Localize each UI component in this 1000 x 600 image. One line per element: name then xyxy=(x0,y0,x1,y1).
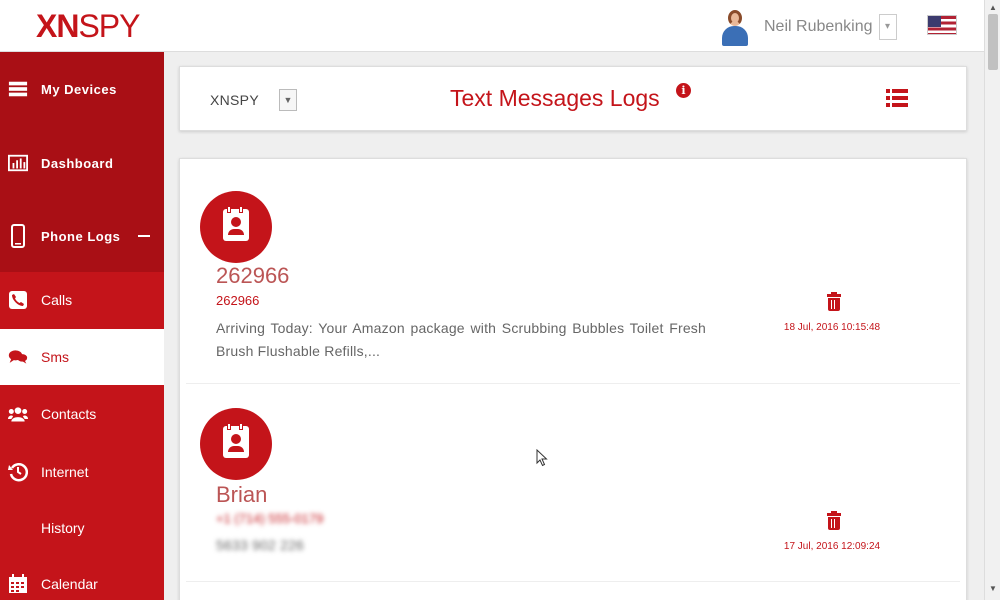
page-scrollbar[interactable]: ▲ ▼ xyxy=(984,0,1000,600)
contact-icon xyxy=(200,191,272,263)
message-text: 5633 902 226 xyxy=(216,537,305,553)
calendar-icon xyxy=(8,574,28,594)
info-icon[interactable]: i xyxy=(676,83,691,98)
sidebar: My Devices Dashboard Phone Logs Calls Sm… xyxy=(0,52,164,600)
chevron-down-icon[interactable]: ▼ xyxy=(278,89,297,111)
contact-number: 262966 xyxy=(216,293,260,308)
sidebar-item-phone-logs[interactable]: Phone Logs xyxy=(0,200,164,272)
contact-number: +1 (714) 555-0179 xyxy=(216,511,324,526)
sidebar-item-internet[interactable]: Internet xyxy=(0,444,164,500)
sidebar-item-my-devices[interactable]: My Devices xyxy=(0,52,164,126)
dashboard-icon xyxy=(8,153,28,173)
user-name: Neil Rubenking xyxy=(764,18,873,35)
message-text: Arriving Today: Your Amazon package with… xyxy=(216,320,706,359)
scroll-thumb[interactable] xyxy=(988,14,998,70)
collapse-minus-icon[interactable] xyxy=(138,235,151,237)
mouse-cursor-icon xyxy=(536,449,548,467)
us-flag-icon[interactable] xyxy=(927,15,957,35)
list-view-icon[interactable] xyxy=(886,89,908,107)
contact-name: 262966 xyxy=(216,263,290,288)
trash-icon[interactable] xyxy=(826,292,842,311)
sidebar-item-dashboard[interactable]: Dashboard xyxy=(0,126,164,200)
message-date: 17 Jul, 2016 12:09:24 xyxy=(783,541,881,552)
sidebar-item-contacts[interactable]: Contacts xyxy=(0,386,164,442)
chat-icon xyxy=(8,347,28,367)
call-icon xyxy=(8,290,28,310)
contact-icon xyxy=(200,408,272,480)
chevron-down-icon[interactable]: ▾ xyxy=(878,14,897,40)
user-menu[interactable]: Neil Rubenking ▾ xyxy=(720,8,897,46)
list-item[interactable]: Brian +1 (714) 555-0179 5633 902 226 17 … xyxy=(186,384,960,582)
device-name: XNSPY xyxy=(210,92,259,108)
scroll-up-arrow-icon[interactable]: ▲ xyxy=(989,3,997,12)
xnspy-logo[interactable]: XNSPY xyxy=(36,8,140,45)
sidebar-item-calls[interactable]: Calls xyxy=(0,272,164,328)
page-title: Text Messages Logs xyxy=(450,85,660,111)
phone-icon xyxy=(8,224,28,248)
contacts-icon xyxy=(8,404,28,424)
devices-icon xyxy=(8,79,28,99)
message-date: 18 Jul, 2016 10:15:48 xyxy=(783,322,881,333)
messages-list: 262966 262966 Arriving Today: Your Amazo… xyxy=(179,158,967,600)
contact-name: Brian xyxy=(216,482,268,507)
user-avatar-icon xyxy=(720,8,750,46)
sidebar-item-history[interactable]: History xyxy=(0,500,164,556)
sidebar-item-calendar[interactable]: Calendar xyxy=(0,556,164,600)
trash-icon[interactable] xyxy=(826,511,842,530)
scroll-down-arrow-icon[interactable]: ▼ xyxy=(989,584,997,593)
list-item[interactable]: 262966 262966 Arriving Today: Your Amazo… xyxy=(186,159,960,384)
history-icon xyxy=(8,462,28,482)
device-selector[interactable]: XNSPY ▼ xyxy=(210,89,297,111)
top-bar: XNSPY Neil Rubenking ▾ xyxy=(0,0,984,52)
sidebar-item-sms[interactable]: Sms xyxy=(0,329,164,385)
title-card: XNSPY ▼ Text Messages Logs i xyxy=(179,66,967,131)
